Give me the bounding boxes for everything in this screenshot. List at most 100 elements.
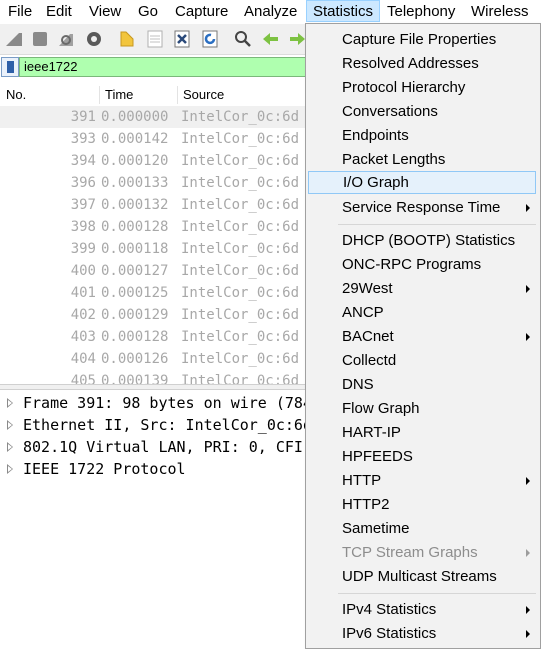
packet-source: IntelCor_0c:6d [181, 109, 300, 125]
expand-arrow-icon[interactable] [7, 398, 13, 408]
packet-time: 0.000129 [101, 307, 169, 323]
menu-item-conversations[interactable]: Conversations [308, 100, 536, 123]
packet-number: 391 [70, 109, 96, 125]
menu-item-hpfeeds[interactable]: HPFEEDS [308, 445, 536, 468]
open-file-icon[interactable] [117, 29, 137, 49]
menu-statistics[interactable]: Statistics [306, 0, 381, 22]
menu-item-sametime[interactable]: Sametime [308, 517, 536, 540]
packet-number: 403 [70, 329, 96, 345]
packet-number: 404 [70, 351, 96, 367]
menu-item-capture-file-properties[interactable]: Capture File Properties [308, 28, 536, 51]
packet-time: 0.000132 [101, 197, 169, 213]
statistics-menu: Capture File Properties Resolved Address… [305, 23, 541, 649]
menu-item-ancp[interactable]: ANCP [308, 301, 536, 324]
menu-item-protocol-hierarchy[interactable]: Protocol Hierarchy [308, 76, 536, 99]
tree-item-label: IEEE 1722 Protocol [23, 460, 186, 478]
packet-source: IntelCor_0c:6d [181, 219, 300, 235]
menu-item-service-response-time[interactable]: Service Response Time [308, 196, 536, 219]
menu-item-dhcp-bootp-statistics[interactable]: DHCP (BOOTP) Statistics [308, 229, 536, 252]
packet-number: 396 [70, 175, 96, 191]
packet-source: IntelCor_0c:6d [181, 175, 300, 191]
menu-item-label: TCP Stream Graphs [342, 544, 478, 561]
column-header-no[interactable]: No. [6, 87, 26, 102]
packet-source: IntelCor_0c:6d [181, 241, 300, 257]
save-file-icon[interactable] [145, 29, 165, 49]
menu-item-flow-graph[interactable]: Flow Graph [308, 397, 536, 420]
menu-item-bacnet[interactable]: BACnet [308, 325, 536, 348]
packet-source: IntelCor_0c:6d [181, 329, 300, 345]
column-header-time[interactable]: Time [105, 87, 133, 102]
expand-arrow-icon[interactable] [7, 442, 13, 452]
packet-number: 402 [70, 307, 96, 323]
column-separator[interactable] [177, 86, 178, 104]
menu-item-29west[interactable]: 29West [308, 277, 536, 300]
reload-file-icon[interactable] [200, 29, 220, 49]
menu-analyze[interactable]: Analyze [244, 3, 297, 24]
packet-number: 399 [70, 241, 96, 257]
packet-number: 394 [70, 153, 96, 169]
menu-view[interactable]: View [89, 3, 121, 24]
go-forward-icon[interactable] [287, 29, 307, 49]
menu-item-ipv4-statistics[interactable]: IPv4 Statistics [308, 598, 536, 621]
menu-item-endpoints[interactable]: Endpoints [308, 124, 536, 147]
shark-fin-start-icon[interactable] [4, 29, 24, 49]
packet-number: 405 [70, 373, 96, 384]
menu-go[interactable]: Go [138, 3, 158, 24]
packet-time: 0.000128 [101, 219, 169, 235]
tree-item-label: Ethernet II, Src: IntelCor_0c:6d [23, 416, 312, 434]
menu-item-label: HTTP [342, 472, 382, 489]
menu-item-collectd[interactable]: Collectd [308, 349, 536, 372]
column-header-source[interactable]: Source [183, 87, 224, 102]
packet-source: IntelCor_0c:6d [181, 307, 300, 323]
packet-source: IntelCor_0c:6d [181, 373, 300, 384]
packet-time: 0.000128 [101, 329, 169, 345]
packet-time: 0.000120 [101, 153, 169, 169]
menu-item-tcp-stream-graphs: TCP Stream Graphs [308, 541, 536, 564]
packet-time: 0.000139 [101, 373, 169, 384]
packet-source: IntelCor_0c:6d [181, 285, 300, 301]
expand-arrow-icon[interactable] [7, 420, 13, 430]
packet-number: 393 [70, 131, 96, 147]
packet-time: 0.000142 [101, 131, 169, 147]
menu-separator [338, 224, 536, 225]
expand-arrow-icon[interactable] [7, 464, 13, 474]
menu-separator [338, 593, 536, 594]
close-file-icon[interactable] [172, 29, 192, 49]
stop-capture-icon[interactable] [30, 29, 50, 49]
menu-item-label: BACnet [342, 328, 394, 345]
restart-capture-icon[interactable] [56, 29, 76, 49]
menu-item-label: 29West [342, 280, 393, 297]
menu-item-packet-lengths[interactable]: Packet Lengths [308, 148, 536, 171]
menu-item-resolved-addresses[interactable]: Resolved Addresses [308, 52, 536, 75]
packet-time: 0.000000 [101, 109, 169, 125]
packet-time: 0.000118 [101, 241, 169, 257]
menu-item-dns[interactable]: DNS [308, 373, 536, 396]
tree-item-label: Frame 391: 98 bytes on wire (784 [23, 394, 312, 412]
tree-item-label: 802.1Q Virtual LAN, PRI: 0, CFI [23, 438, 303, 456]
menu-edit[interactable]: Edit [46, 3, 72, 24]
packet-source: IntelCor_0c:6d [181, 263, 300, 279]
column-separator[interactable] [99, 86, 100, 104]
menu-item-io-graph[interactable]: I/O Graph [308, 171, 536, 194]
menu-item-onc-rpc-programs[interactable]: ONC-RPC Programs [308, 253, 536, 276]
submenu-arrow-icon [526, 285, 530, 293]
submenu-arrow-icon [526, 630, 530, 638]
bookmark-icon [7, 61, 14, 73]
find-packet-icon[interactable] [233, 29, 253, 49]
menu-file[interactable]: File [8, 3, 32, 24]
go-back-icon[interactable] [261, 29, 281, 49]
submenu-arrow-icon [526, 333, 530, 341]
packet-source: IntelCor_0c:6d [181, 197, 300, 213]
menu-telephony[interactable]: Telephony [387, 3, 455, 24]
menu-wireless[interactable]: Wireless [471, 3, 529, 24]
menu-item-ipv6-statistics[interactable]: IPv6 Statistics [308, 622, 536, 645]
filter-bookmark-button[interactable] [1, 57, 19, 77]
menu-item-hart-ip[interactable]: HART-IP [308, 421, 536, 444]
menu-item-http[interactable]: HTTP [308, 469, 536, 492]
menu-capture[interactable]: Capture [175, 3, 228, 24]
capture-options-icon[interactable] [84, 29, 104, 49]
packet-time: 0.000127 [101, 263, 169, 279]
packet-number: 401 [70, 285, 96, 301]
menu-item-http2[interactable]: HTTP2 [308, 493, 536, 516]
menu-item-udp-multicast-streams[interactable]: UDP Multicast Streams [308, 565, 536, 588]
